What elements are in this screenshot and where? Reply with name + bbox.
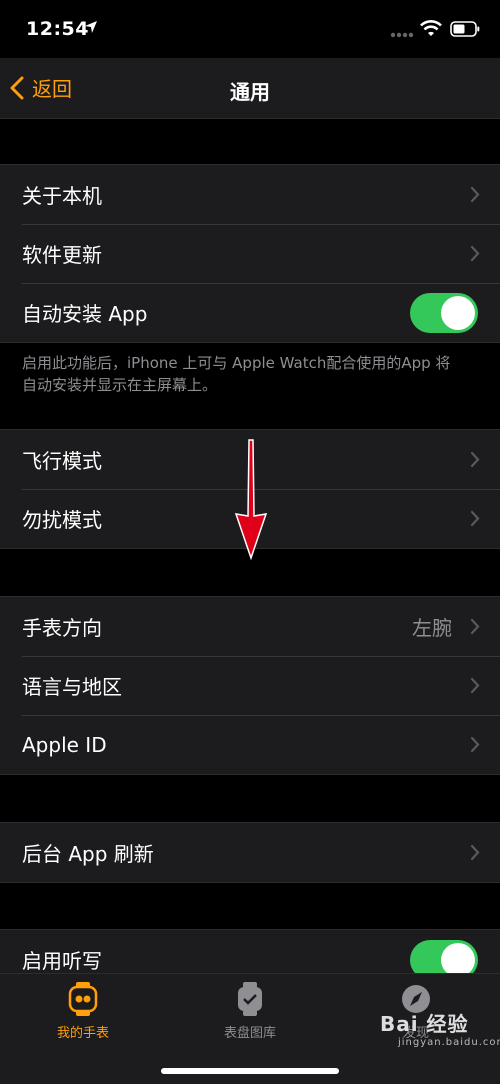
home-indicator[interactable] [161,1068,339,1074]
row-label: 关于本机 [22,184,102,208]
chevron-right-icon [470,186,480,203]
tab-face-gallery[interactable]: 表盘图库 [190,982,310,1041]
tab-label: 我的手表 [56,1026,109,1041]
chevron-right-icon [470,677,480,694]
row-label: 启用听写 [22,949,102,973]
settings-group-watch: 手表方向 左腕 语言与地区 Apple ID [0,596,500,775]
auto-install-footer-note: 启用此功能后，iPhone 上可与 Apple Watch配合使用的App 将自… [22,354,451,394]
status-time: 12:54 [26,18,89,40]
tab-my-watch[interactable]: 我的手表 [23,982,143,1041]
auto-install-toggle[interactable] [410,293,478,333]
toggle-knob [441,296,475,330]
page-title: 通用 [230,80,270,104]
toggle-knob [441,943,475,977]
status-bar: 12:54 [0,0,500,58]
watermark-url: jingyan.baidu.com [398,1037,500,1048]
row-about[interactable]: 关于本机 [0,165,500,224]
row-auto-install-app: 自动安装 App [0,283,500,342]
watch-icon [68,982,98,1016]
row-software-update[interactable]: 软件更新 [0,224,500,283]
battery-icon [450,21,480,37]
row-label: 软件更新 [22,243,102,267]
row-label: 自动安装 App [22,302,148,326]
chevron-right-icon [470,451,480,468]
row-label: 飞行模式 [22,449,102,473]
row-apple-id[interactable]: Apple ID [0,715,500,774]
signal-dots-icon [390,32,414,38]
row-label: 后台 App 刷新 [22,842,154,866]
chevron-right-icon [470,245,480,262]
wifi-icon [420,20,442,36]
chevron-right-icon [470,618,480,635]
watermark-text: Bai 经验 [380,1012,469,1036]
row-label: 语言与地区 [22,675,122,699]
settings-group-about: 关于本机 软件更新 自动安装 App [0,164,500,343]
watch-face-icon [238,982,262,1016]
row-watch-orientation[interactable]: 手表方向 左腕 [0,597,500,656]
tab-label: 表盘图库 [223,1026,276,1041]
baidu-jingyan-watermark: Bai 经验 jingyan.baidu.com [380,1008,500,1048]
row-label: 手表方向 [22,616,102,640]
settings-group-background-refresh: 后台 App 刷新 [0,822,500,883]
chevron-right-icon [470,844,480,861]
row-label: 勿扰模式 [22,508,102,532]
red-down-arrow-annotation [234,439,268,560]
row-value: 左腕 [412,616,452,640]
chevron-right-icon [470,510,480,527]
location-arrow-icon [85,21,97,33]
row-language-region[interactable]: 语言与地区 [0,656,500,715]
navigation-bar: 返回 通用 [0,58,500,119]
chevron-right-icon [470,736,480,753]
row-background-app-refresh[interactable]: 后台 App 刷新 [0,823,500,882]
row-label: Apple ID [22,732,107,757]
